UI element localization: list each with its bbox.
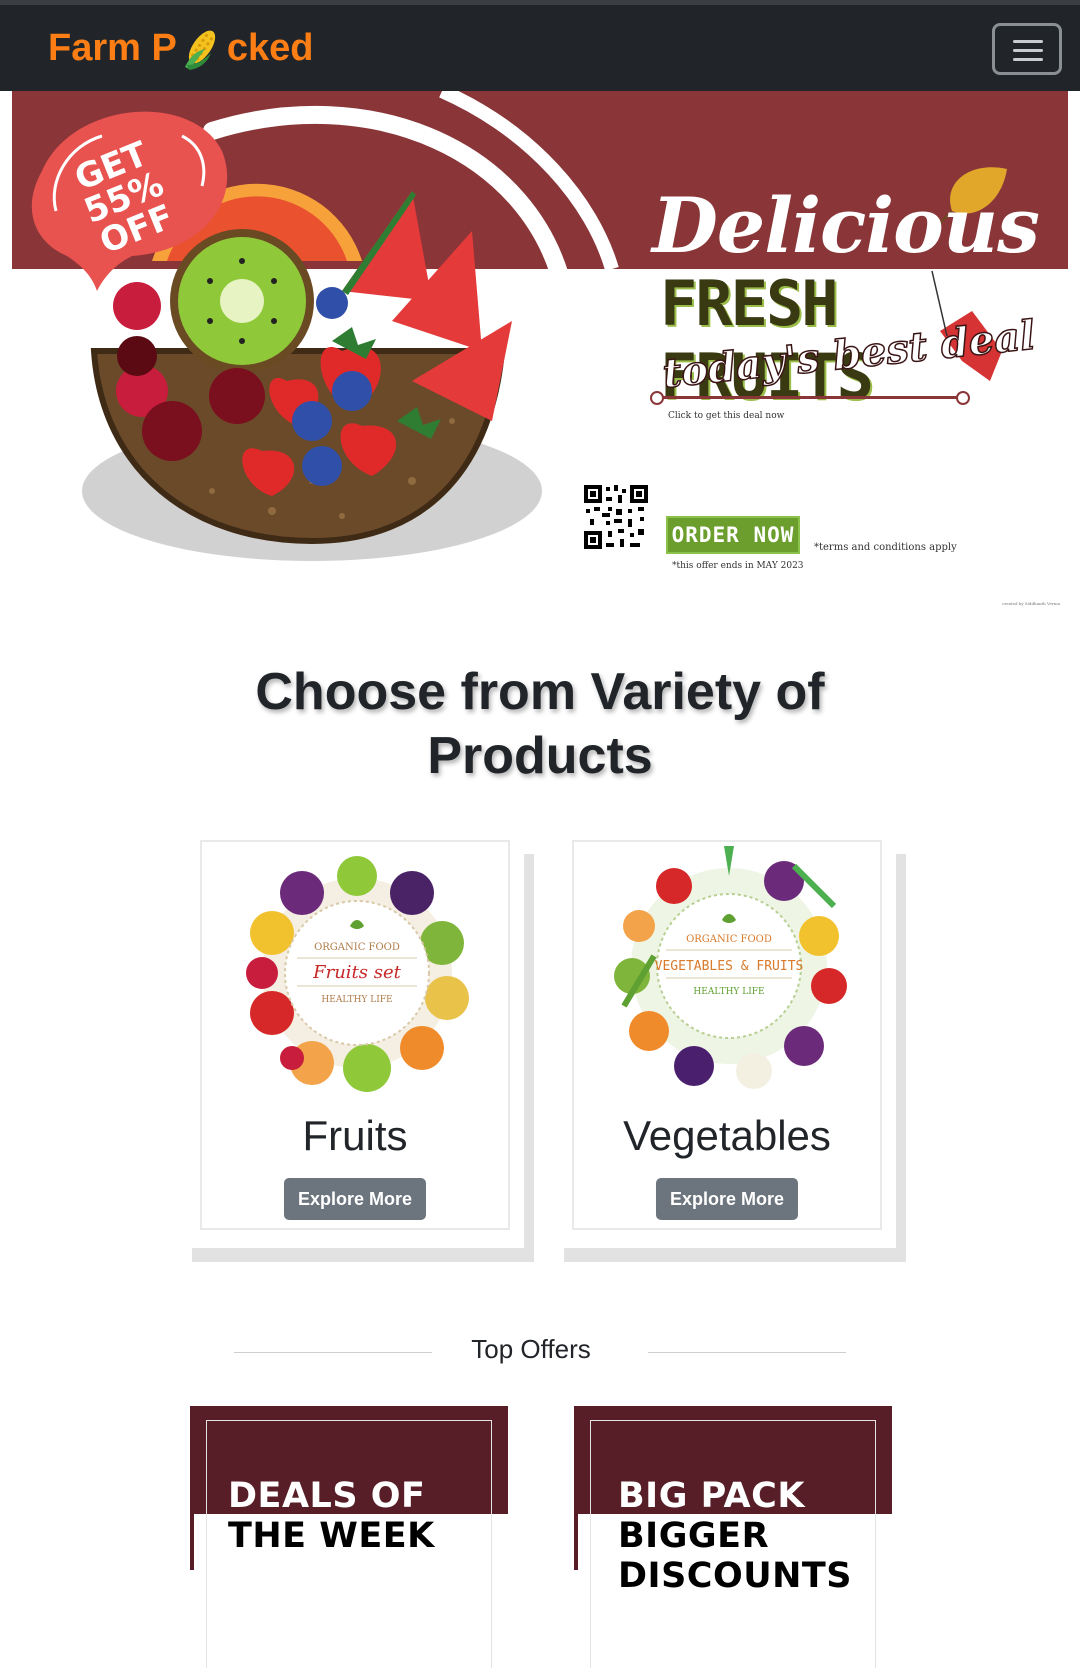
deal-divider [650, 391, 970, 405]
brand-text-end: cked [226, 26, 314, 69]
offer-1-line-1: DEALS OF [228, 1476, 426, 1516]
title-line-1: Choose from Variety of [255, 663, 825, 721]
brand-text-start: Farm P [48, 26, 177, 69]
offer-1-text: DEALS OF THE WEEK [228, 1476, 435, 1556]
fruits-image-line-2: Fruits set [312, 962, 402, 983]
credit-note: created by Siddhanth Verma [1002, 601, 1060, 606]
offer-2-line-3: DISCOUNTS [618, 1556, 853, 1596]
vegetables-image-line-3: HEALTHY LIFE [693, 987, 764, 997]
fruits-explore-button[interactable]: Explore More [283, 1178, 427, 1220]
click-note: Click to get this deal now [668, 411, 785, 421]
vegetables-card: ORGANIC FOOD VEGETABLES & FRUITS HEALTHY… [564, 840, 906, 1262]
products-section-title: Choose from Variety of Products [0, 660, 1080, 788]
corn-icon [184, 30, 215, 70]
vegetables-image-line-1: ORGANIC FOOD [686, 934, 772, 945]
vegetables-card-title: Vegetables [623, 1112, 831, 1159]
offer-card-deals-of-week[interactable]: DEALS OF THE WEEK [190, 1406, 508, 1668]
terms-note: *terms and conditions apply [814, 542, 957, 553]
order-now-button[interactable]: ORDER NOW [666, 516, 800, 554]
offer-1-line-2: THE WEEK [228, 1516, 435, 1556]
fruits-image-line-3: HEALTHY LIFE [321, 995, 392, 1005]
fruits-card-title: Fruits [302, 1112, 408, 1159]
brand-logo[interactable]: Farm P cked [48, 25, 313, 71]
offer-2-line-1: BIG PACK [618, 1476, 805, 1516]
fruits-image: ORGANIC FOOD Fruits set HEALTHY LIFE [246, 856, 469, 1092]
hero-headline: Delicious [652, 181, 1040, 270]
offer-2-line-2: BIGGER [618, 1516, 770, 1556]
vegetables-image-line-2: VEGETABLES & FRUITS [655, 959, 804, 974]
vegetables-image: ORGANIC FOOD VEGETABLES & FRUITS HEALTHY… [614, 846, 847, 1089]
vegetables-explore-button[interactable]: Explore More [655, 1178, 799, 1220]
fruits-image-line-1: ORGANIC FOOD [314, 942, 400, 953]
fruits-card: ORGANIC FOOD Fruits set HEALTHY LIFE Fru… [192, 840, 534, 1262]
offer-end-note: *this offer ends in MAY 2023 [672, 561, 804, 571]
title-line-2: Products [427, 727, 653, 785]
qr-code[interactable] [582, 483, 650, 551]
offer-card-big-pack[interactable]: BIG PACK BIGGER DISCOUNTS [574, 1406, 892, 1668]
hero-banner[interactable]: GET 55% OFF Delicious FRESH FRUITS today… [12, 91, 1068, 613]
offer-2-text: BIG PACK BIGGER DISCOUNTS [618, 1476, 852, 1596]
navbar: Farm P cked [0, 0, 1080, 91]
top-offers-title: Top Offers [471, 1334, 591, 1364]
hamburger-menu-icon[interactable] [992, 23, 1062, 75]
